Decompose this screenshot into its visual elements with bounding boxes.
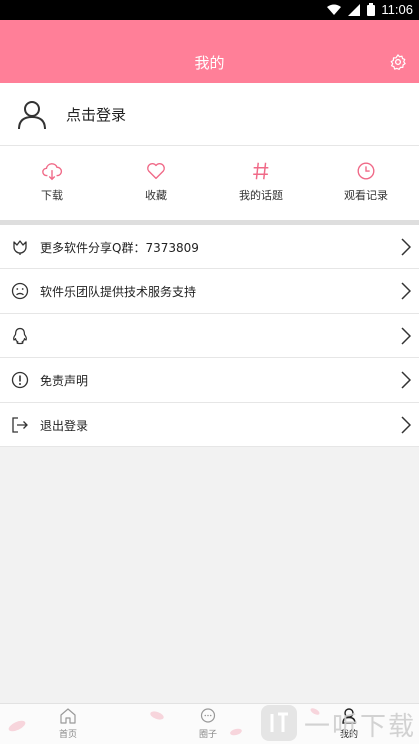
clock-icon	[357, 162, 375, 180]
quick-action-watch-history[interactable]: 观看记录	[314, 160, 418, 203]
petal-decoration	[149, 709, 165, 722]
menu-item-label: 免责声明	[40, 374, 89, 389]
status-bar: 11:06	[0, 0, 419, 20]
tab-label: 首页	[58, 730, 77, 740]
heart-icon	[147, 163, 165, 180]
app-header: 我的	[0, 20, 419, 83]
login-label: 点击登录	[66, 106, 127, 124]
gear-icon[interactable]	[389, 53, 407, 71]
hashtag-icon	[253, 162, 269, 180]
menu-item-tech-support[interactable]: 软件乐团队提供技术服务支持	[0, 269, 419, 314]
menu-item-label: 软件乐团队提供技术服务支持	[40, 285, 197, 300]
chat-bubble-icon	[200, 708, 216, 723]
quick-action-my-topics[interactable]: 我的话题	[209, 160, 313, 203]
menu-item-qq-group[interactable]: 更多软件分享Q群：7373809	[0, 225, 419, 270]
logout-icon	[12, 416, 28, 433]
chevron-right-icon	[401, 327, 411, 345]
menu-item-disclaimer[interactable]: 免责声明	[0, 358, 419, 403]
user-avatar-icon	[18, 101, 46, 130]
quick-action-label: 我的话题	[239, 189, 283, 202]
page-title: 我的	[194, 54, 225, 72]
menu-item-logout[interactable]: 退出登录	[0, 403, 419, 447]
menu-item-label: 退出登录	[40, 418, 89, 433]
quick-action-label: 收藏	[145, 189, 167, 202]
petal-decoration	[7, 718, 27, 734]
quick-action-favorites[interactable]: 收藏	[104, 160, 208, 203]
quick-actions: 下载 收藏 我的话题 观看记录	[0, 145, 419, 220]
quick-action-download[interactable]: 下载	[0, 160, 104, 203]
tab-home[interactable]: 首页	[33, 707, 103, 740]
quick-action-label: 下载	[41, 189, 63, 202]
watermark-text: 一听下载	[304, 712, 417, 742]
settings-menu: 更多软件分享Q群：7373809 软件乐团队提供技术服务支持 免责声明 退出登录	[0, 225, 419, 447]
cloud-download-icon	[42, 163, 63, 181]
signal-icon	[348, 3, 361, 16]
chevron-right-icon	[401, 282, 411, 300]
status-time: 11:06	[381, 2, 413, 17]
tab-label: 圈子	[198, 730, 217, 740]
menu-item-label: 更多软件分享Q群：7373809	[40, 241, 199, 255]
login-row[interactable]: 点击登录	[0, 83, 419, 145]
battery-icon	[367, 3, 376, 16]
exclamation-circle-icon	[11, 372, 29, 389]
sad-face-icon	[11, 283, 29, 300]
chevron-right-icon	[401, 238, 411, 256]
home-icon	[60, 708, 76, 724]
wifi-icon	[327, 4, 342, 15]
chevron-right-icon	[401, 371, 411, 389]
qq-penguin-icon	[13, 327, 27, 344]
menu-item-qq[interactable]	[0, 314, 419, 359]
watermark-ear-icon	[261, 705, 297, 741]
quick-action-label: 观看记录	[344, 189, 388, 202]
chevron-right-icon	[401, 416, 411, 434]
watermark-logo: 一听下载	[256, 702, 419, 744]
tulip-icon	[13, 240, 27, 255]
tab-circle[interactable]: 圈子	[173, 707, 243, 740]
